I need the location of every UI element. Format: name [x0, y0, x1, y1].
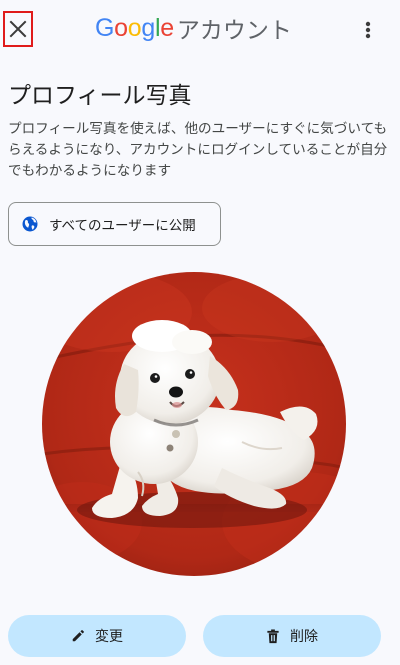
- change-photo-button[interactable]: 変更: [8, 615, 186, 657]
- close-icon: [9, 20, 27, 38]
- account-label: アカウント: [176, 18, 292, 44]
- logo-letter: o: [127, 13, 142, 42]
- page-description: プロフィール写真を使えば、他のユーザーにすぐに気づいてもらえるようになり、アカウ…: [8, 121, 388, 179]
- delete-photo-label: 削除: [290, 629, 318, 645]
- close-button[interactable]: [3, 11, 33, 47]
- more-vert-icon: [365, 21, 371, 39]
- page-title: プロフィール写真: [8, 83, 192, 109]
- globe-icon: [22, 216, 38, 232]
- header-title: Google アカウント: [95, 11, 292, 45]
- pencil-icon: [72, 630, 84, 642]
- visibility-label: すべてのユーザーに公開: [49, 218, 196, 234]
- logo-letter: G: [95, 13, 115, 42]
- profile-photo[interactable]: [42, 272, 346, 576]
- visibility-button[interactable]: すべてのユーザーに公開: [8, 202, 221, 246]
- change-photo-label: 変更: [95, 629, 123, 645]
- logo-letter: e: [160, 13, 174, 42]
- logo-letter: o: [114, 13, 128, 42]
- more-options-button[interactable]: [356, 14, 380, 46]
- logo-letter: g: [141, 13, 155, 42]
- google-logo: Google: [95, 14, 174, 43]
- puppy-photo-image: [42, 272, 346, 576]
- delete-photo-button[interactable]: 削除: [203, 615, 381, 657]
- app-header: Google アカウント: [0, 0, 400, 56]
- trash-icon: [267, 628, 279, 643]
